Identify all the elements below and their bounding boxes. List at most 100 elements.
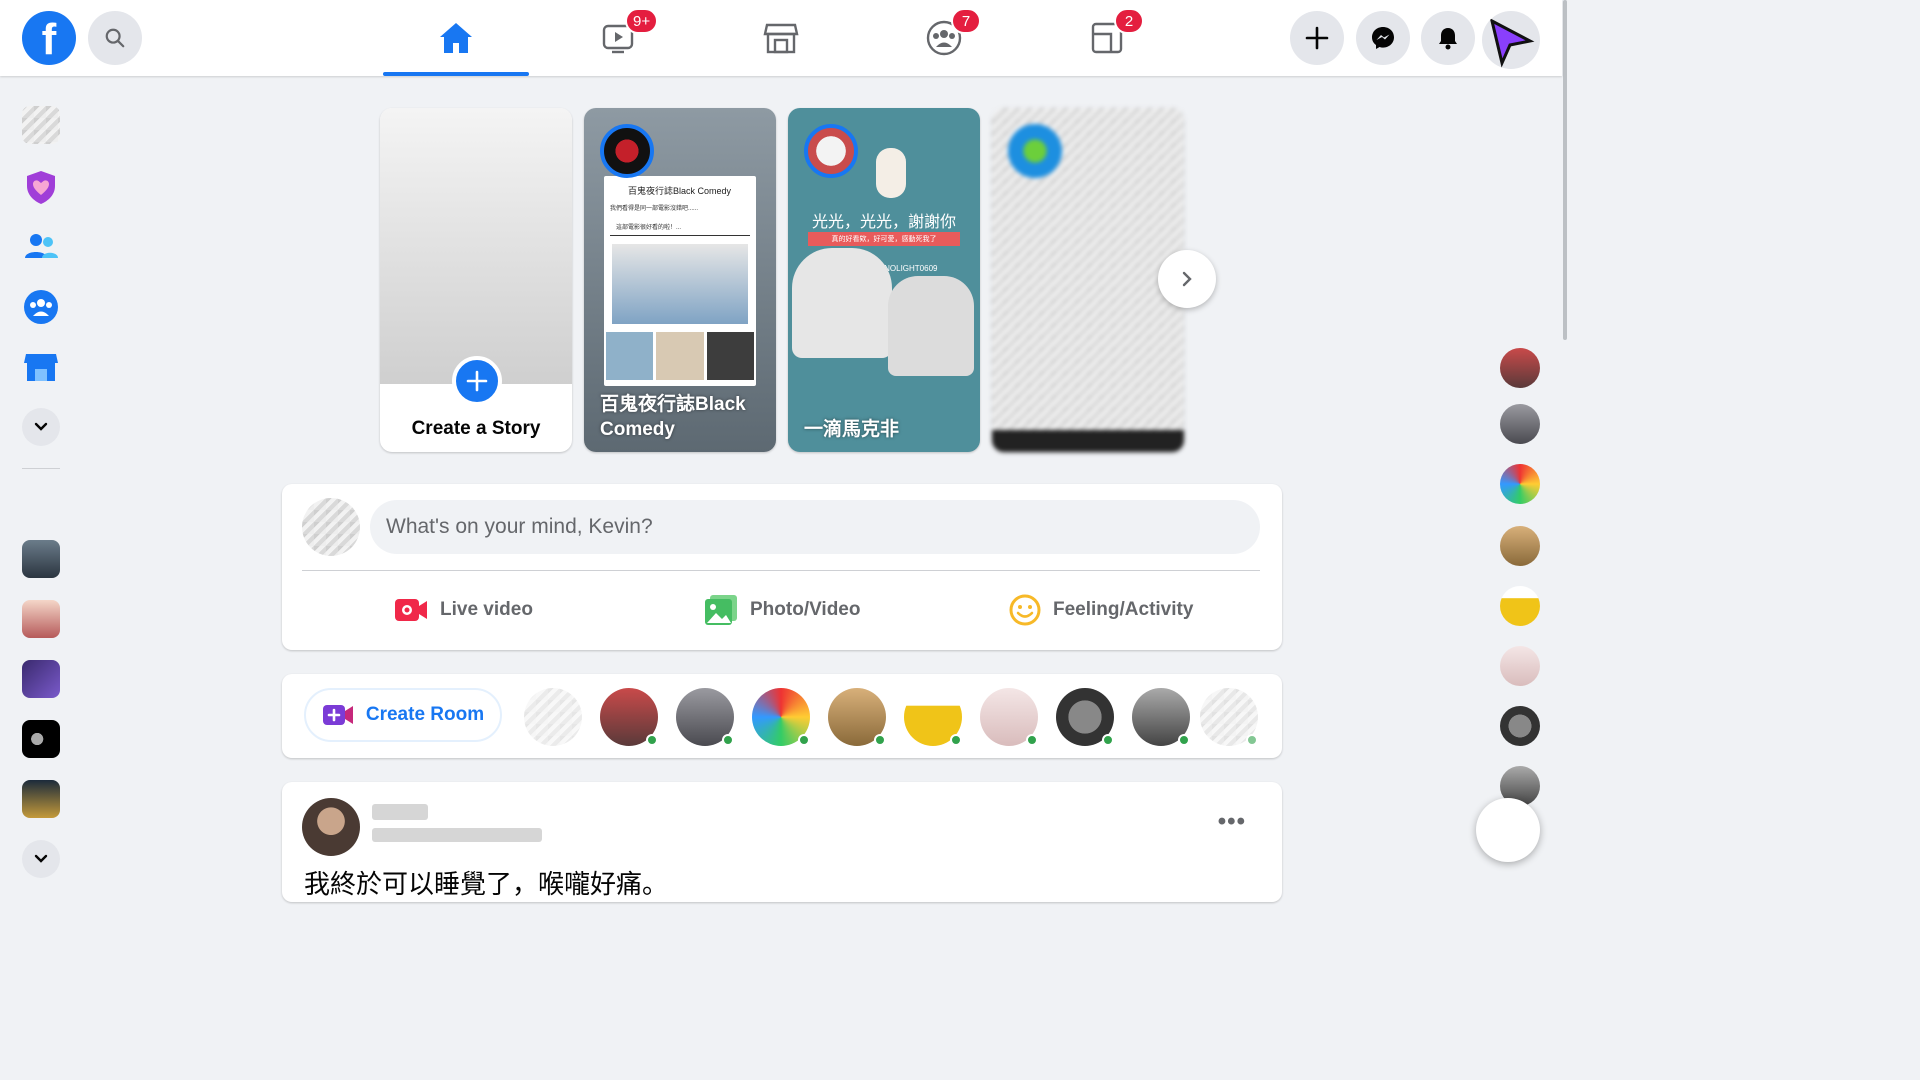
story-bunny-image [876,148,906,198]
stories-next-button[interactable] [1158,250,1216,308]
contact-avatar[interactable] [1500,526,1540,566]
account-avatar-image-icon [1489,18,1535,68]
messenger-icon [1372,27,1394,49]
story-post-comic-strip [606,332,754,380]
composer-divider [302,570,1260,571]
online-indicator [1246,734,1258,746]
contact-avatar[interactable] [1500,586,1540,626]
story-author-name: 一滴馬克非 [804,419,900,440]
shortcut-3[interactable] [22,660,60,698]
contact-avatar[interactable] [1500,706,1540,746]
room-contact-avatar[interactable] [1200,688,1258,746]
composer-avatar[interactable] [302,498,360,556]
smiley-icon [1009,594,1041,626]
online-indicator [722,734,734,746]
room-contact-avatar[interactable] [980,688,1038,746]
see-more-shortcuts-button[interactable] [22,840,60,878]
account-avatar[interactable] [1482,11,1540,69]
story-drawing-right [888,276,974,376]
facebook-logo[interactable]: f [22,11,76,65]
tab-watch[interactable]: 9+ [545,0,691,76]
shortcut-2[interactable] [22,600,60,638]
online-indicator [874,734,886,746]
messenger-button[interactable] [1356,11,1410,65]
sidebar-item-groups[interactable] [22,288,60,326]
tab-marketplace[interactable] [708,0,854,76]
contact-avatar[interactable] [1500,646,1540,686]
create-room-label: Create Room [365,704,485,725]
contact-avatar[interactable] [1500,348,1540,388]
sidebar-item-friends[interactable] [22,228,60,266]
create-button[interactable] [1290,11,1344,65]
shield-heart-icon [27,171,55,204]
tab-groups[interactable]: 7 [871,0,1017,76]
search-icon [105,28,125,48]
room-contact-avatar[interactable] [828,688,886,746]
groups-badge: 7 [951,8,981,34]
chevron-down-icon [34,854,48,863]
feeling-activity-button[interactable]: Feeling/Activity [1009,584,1193,636]
notifications-button[interactable] [1421,11,1475,65]
composer-input[interactable]: What's on your mind, Kevin? [370,500,1260,554]
contact-avatar[interactable] [1500,464,1540,504]
story-card-blurred[interactable] [992,108,1184,452]
story-post-comic-image [612,244,748,324]
page-scrollbar[interactable] [1562,0,1568,882]
shortcut-5[interactable] [22,780,60,818]
room-contact-avatar[interactable] [752,688,810,746]
online-indicator [1102,734,1114,746]
live-video-button[interactable]: Live video [394,584,533,636]
story-card[interactable]: 百鬼夜行誌Black Comedy 我們看得是同一部電影沒錯吧...... 這部… [584,108,776,452]
room-contact-avatar[interactable] [904,688,962,746]
create-room-button[interactable]: Create Room [304,688,502,742]
post-composer: What's on your mind, Kevin? Live video P… [282,484,1282,650]
sidebar-profile-avatar[interactable] [22,106,60,144]
sidebar-item-marketplace[interactable] [22,348,60,386]
photo-video-label: Photo/Video [750,599,861,620]
create-story-label: Create a Story [411,418,541,439]
post-options-button[interactable]: ••• [1218,808,1246,836]
room-contact-avatar[interactable] [600,688,658,746]
home-icon [440,23,472,53]
watch-badge: 9+ [625,8,659,34]
online-indicator [950,734,962,746]
story-post-preview-title: 百鬼夜行誌Black Comedy [628,186,732,196]
online-indicator [1026,734,1038,746]
tab-home[interactable] [383,0,529,76]
groups-icon [24,290,58,324]
post-author-name-blurred[interactable] [372,804,428,820]
friends-icon [25,234,58,258]
gaming-badge: 2 [1114,8,1144,34]
sidebar-divider [22,468,60,469]
room-contact-avatar[interactable] [676,688,734,746]
sidebar-item-covid-center[interactable] [22,168,60,206]
post-author-avatar[interactable] [302,798,360,856]
scrollbar-thumb[interactable] [1563,0,1567,340]
create-story-plus-button[interactable] [452,356,502,406]
online-indicator [646,734,658,746]
story-card[interactable]: 光光，光光，謝謝你 真的好看欸，好可愛，感動死我了 @NOLIGHT0609 一… [788,108,980,452]
story-post-preview-caption: 我們看得是同一部電影沒錯吧...... [610,206,699,212]
new-message-button[interactable] [1476,798,1540,862]
search-button[interactable] [88,11,142,65]
story-post-preview: 百鬼夜行誌Black Comedy 我們看得是同一部電影沒錯吧...... 這部… [604,176,756,386]
create-story-card[interactable]: Create a Story [380,108,572,452]
photo-icon [705,595,737,625]
tab-gaming[interactable]: 2 [1034,0,1180,76]
plus-icon [1305,26,1329,50]
shortcut-4[interactable] [22,720,60,758]
contact-avatar[interactable] [1500,404,1540,444]
story-drawing-left [792,248,892,358]
room-contact-avatar[interactable] [1056,688,1114,746]
post-timestamp-blurred[interactable] [372,828,542,842]
story-author-avatar [804,124,858,178]
shortcut-1[interactable] [22,540,60,578]
live-video-icon [395,599,427,621]
room-contact-avatar[interactable] [524,688,582,746]
feed-post: ••• 我終於可以睡覺了，喉嚨好痛。 [282,782,1282,902]
see-more-button[interactable] [22,408,60,446]
room-contact-avatar[interactable] [1132,688,1190,746]
marketplace-icon [24,354,58,381]
photo-video-button[interactable]: Photo/Video [704,584,860,636]
live-video-label: Live video [440,599,533,620]
